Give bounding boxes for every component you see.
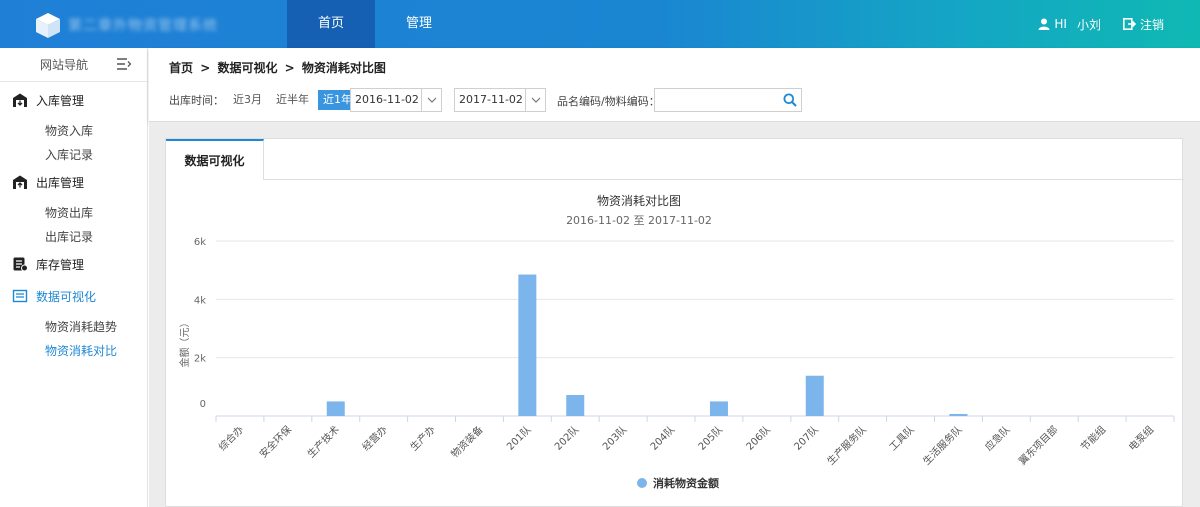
x-tick-label: 物资装备 — [448, 423, 485, 460]
sidebar-item-consumption-compare[interactable]: 物资消耗对比 — [45, 342, 117, 359]
user-name[interactable]: 小刘 — [1077, 16, 1101, 33]
x-tick-label: 综合办 — [216, 423, 246, 453]
x-tick-label: 工具队 — [886, 423, 916, 453]
x-tick-label: 204队 — [647, 423, 677, 453]
sidebar-group-label: 出库管理 — [36, 175, 85, 190]
chevron-down-icon[interactable] — [421, 89, 441, 111]
code-search-input[interactable] — [655, 89, 775, 111]
x-tick-label: 应急队 — [982, 423, 1012, 453]
breadcrumb-separator: > — [284, 61, 295, 75]
sidebar: 网站导航 入库管理 物资入库 入库记录 出库管理 物资出库 出库记录 库存管理 … — [0, 48, 148, 507]
warehouse-out-icon — [13, 175, 27, 189]
user-area: HI 小刘 注销 — [1034, 0, 1164, 48]
tab-divider — [264, 179, 1184, 180]
tab-data-visualization[interactable]: 数据可视化 — [166, 139, 264, 180]
x-tick-label: 生产技术 — [304, 423, 341, 460]
y-tick-label: 2k — [194, 354, 206, 365]
sidebar-header: 网站导航 — [0, 48, 147, 82]
x-tick-label: 203队 — [600, 423, 630, 453]
menu-toggle-icon[interactable] — [117, 58, 131, 70]
range-3-months-button[interactable]: 近3月 — [228, 90, 267, 110]
nav-tab-manage[interactable]: 管理 — [375, 0, 463, 48]
page-header: 首页 > 数据可视化 > 物资消耗对比图 出库时间： 近3月 近半年 近1年 2… — [149, 48, 1200, 122]
start-date-picker[interactable]: 2016-11-02 — [350, 88, 442, 112]
y-tick-label: 6k — [194, 237, 206, 248]
x-tick-label: 201队 — [504, 423, 534, 453]
sidebar-item-material-outbound[interactable]: 物资出库 — [45, 204, 93, 221]
sidebar-group-label: 入库管理 — [36, 93, 85, 108]
code-label: 品名编码/物料编码： — [557, 95, 660, 108]
x-tick-label: 202队 — [552, 423, 582, 453]
legend-marker — [637, 478, 647, 488]
bar-201队 — [518, 274, 537, 416]
code-search-box — [654, 88, 802, 112]
sidebar-group-inbound[interactable]: 入库管理 — [0, 90, 148, 110]
legend-label: 消耗物资金额 — [653, 476, 719, 490]
bar-207队 — [805, 375, 824, 416]
chart-subtitle: 2016-11-02 至 2017-11-02 — [566, 214, 712, 227]
x-tick-label: 207队 — [791, 423, 821, 453]
breadcrumb-section[interactable]: 数据可视化 — [217, 61, 277, 75]
user-icon — [1038, 18, 1050, 30]
x-tick-label: 206队 — [743, 423, 773, 453]
sidebar-group-outbound[interactable]: 出库管理 — [0, 172, 148, 192]
chart-title: 物资消耗对比图 — [597, 194, 681, 208]
x-tick-label: 生产服务队 — [824, 423, 869, 468]
top-bar: 第二章外物资管理系统 首页 管理 HI 小刘 注销 — [0, 0, 1200, 48]
bar-205队 — [709, 401, 728, 416]
sidebar-item-inbound-records[interactable]: 入库记录 — [45, 146, 93, 163]
sidebar-group-label: 数据可视化 — [36, 289, 97, 304]
chevron-down-icon[interactable] — [525, 89, 545, 111]
x-tick-label: 205队 — [695, 423, 725, 453]
chart-icon — [12, 289, 28, 303]
bar-生产技术 — [326, 401, 345, 416]
x-tick-label: 节能组 — [1078, 423, 1108, 453]
app-brand: 第二章外物资管理系统 — [68, 18, 218, 34]
nav-tab-home[interactable]: 首页 — [287, 0, 375, 48]
end-date-value: 2017-11-02 — [459, 93, 523, 106]
x-tick-label: 经营办 — [359, 423, 389, 453]
bar-生活服务队 — [949, 413, 968, 416]
logout-icon[interactable] — [1122, 18, 1136, 30]
warehouse-in-icon — [13, 93, 27, 107]
bar-202队 — [566, 395, 585, 416]
sidebar-group-inventory[interactable]: 库存管理 — [0, 254, 148, 274]
box-logo-icon — [36, 13, 60, 38]
breadcrumb: 首页 > 数据可视化 > 物资消耗对比图 — [169, 59, 389, 76]
breadcrumb-separator: > — [200, 61, 211, 75]
filter-label: 出库时间： — [169, 94, 224, 107]
x-tick-label: 电泵组 — [1126, 423, 1156, 453]
user-greeting: HI — [1054, 17, 1067, 31]
sidebar-item-consumption-trend[interactable]: 物资消耗趋势 — [45, 318, 117, 335]
consumption-bar-chart: 物资消耗对比图 2016-11-02 至 2017-11-02 0 2k 4k 6k 金额（… — [178, 194, 1175, 490]
x-tick-label: 安全环保 — [256, 423, 293, 460]
sidebar-item-material-inbound[interactable]: 物资入库 — [45, 122, 93, 139]
y-tick-label: 0 — [200, 399, 206, 410]
search-icon[interactable] — [783, 93, 797, 107]
sidebar-group-data-visualization[interactable]: 数据可视化 — [0, 286, 148, 306]
x-tick-label: 翼东项目部 — [1016, 423, 1061, 468]
y-tick-label: 4k — [194, 295, 206, 306]
breadcrumb-page: 物资消耗对比图 — [301, 61, 386, 75]
start-date-value: 2016-11-02 — [355, 93, 419, 106]
sidebar-item-outbound-records[interactable]: 出库记录 — [45, 228, 93, 245]
filter-row: 出库时间： 近3月 近半年 近1年 — [169, 88, 357, 112]
logout-button[interactable]: 注销 — [1140, 16, 1164, 33]
sidebar-title: 网站导航 — [40, 58, 89, 72]
sidebar-group-label: 库存管理 — [36, 257, 85, 272]
y-axis-label: 金额（元） — [178, 318, 191, 368]
range-half-year-button[interactable]: 近半年 — [271, 90, 314, 110]
x-tick-label: 生产办 — [407, 423, 437, 453]
x-tick-label: 生活服务队 — [920, 423, 965, 468]
end-date-picker[interactable]: 2017-11-02 — [454, 88, 546, 112]
inventory-icon — [13, 257, 28, 272]
breadcrumb-home[interactable]: 首页 — [169, 61, 193, 75]
